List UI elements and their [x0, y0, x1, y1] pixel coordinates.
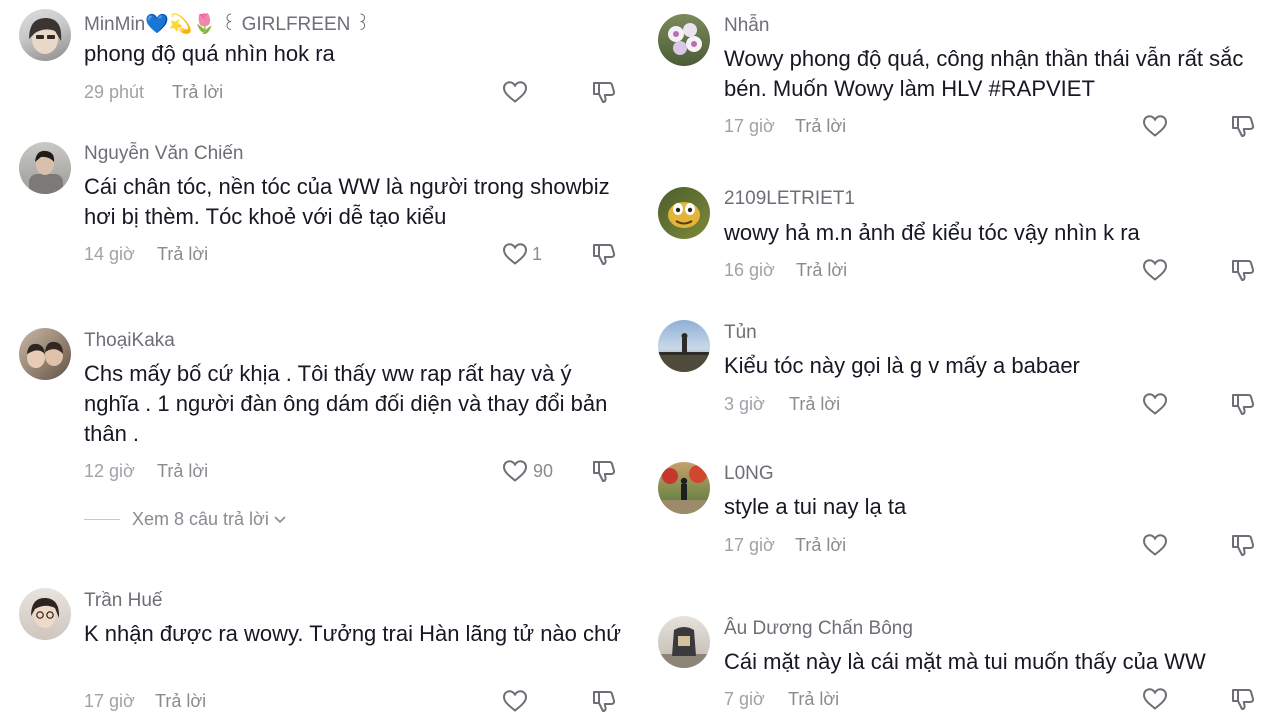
thumbs-down-icon[interactable]	[1230, 113, 1256, 139]
comment-time: 3 giờ	[724, 394, 765, 414]
heart-outline-icon[interactable]	[1142, 392, 1168, 416]
avatar[interactable]	[658, 14, 710, 66]
like-count: 1	[532, 244, 543, 264]
comment-time: 12 giờ	[84, 461, 135, 481]
thumbs-down-icon[interactable]	[1230, 391, 1256, 417]
heart-outline-icon[interactable]	[502, 459, 528, 483]
comment-time: 17 giờ	[84, 691, 135, 711]
comment-username[interactable]: Nhẫn	[724, 15, 769, 37]
thumbs-down-icon[interactable]	[1230, 686, 1256, 712]
comment-username[interactable]: Âu Dương Chấn Bông	[724, 618, 913, 640]
comment-text: Wowy phong độ quá, công nhận thần thái v…	[724, 46, 1244, 101]
thumbs-down-icon[interactable]	[1230, 532, 1256, 558]
heart-outline-icon[interactable]	[502, 80, 528, 104]
heart-outline-icon[interactable]	[1142, 114, 1168, 138]
divider-line	[84, 519, 120, 520]
reply-button[interactable]: Trả lời	[157, 244, 208, 265]
heart-outline-icon[interactable]	[1142, 258, 1168, 282]
thumbs-down-icon[interactable]	[591, 79, 617, 105]
comment-username[interactable]: ThoạiKaka	[84, 330, 175, 352]
reply-button[interactable]: Trả lời	[157, 461, 208, 482]
comment-time: 14 giờ	[84, 244, 135, 264]
comment-time: 7 giờ	[724, 689, 765, 709]
reply-button[interactable]: Trả lời	[155, 691, 206, 712]
avatar[interactable]	[19, 328, 71, 380]
comments-column-right: Nhẫn Wowy phong độ quá, công nhận thần t…	[640, 0, 1280, 720]
heart-outline-icon[interactable]	[1142, 687, 1168, 711]
like-count: 90	[533, 461, 554, 481]
reply-button[interactable]: Trả lời	[795, 116, 846, 137]
heart-outline-icon[interactable]	[502, 689, 528, 713]
comment-username[interactable]: Tủn	[724, 322, 757, 344]
comment-time: 16 giờ	[724, 260, 775, 280]
comment-username[interactable]: L0NG	[724, 463, 774, 485]
heart-outline-icon[interactable]	[1142, 533, 1168, 557]
view-replies-label: Xem 8 câu trả lời	[132, 509, 269, 529]
comment-text: Kiểu tóc này gọi là g v mấy a babaer	[724, 353, 1080, 378]
comment-time: 29 phút	[84, 82, 145, 102]
avatar[interactable]	[658, 616, 710, 668]
thumbs-down-icon[interactable]	[1230, 257, 1256, 283]
comment-time: 17 giờ	[724, 116, 775, 136]
comment-text: K nhận được ra wowy. Tưởng trai Hàn lãng…	[84, 621, 621, 646]
avatar[interactable]	[19, 588, 71, 640]
reply-button[interactable]: Trả lời	[172, 82, 223, 103]
avatar[interactable]	[658, 320, 710, 372]
comments-column-left: MinMin💙💫🌷 ꒰ GIRLFREEN ꒱ phong độ quá nhì…	[0, 0, 640, 720]
comment-text: style a tui nay lạ ta	[724, 494, 907, 519]
comment-username[interactable]: 2109LETRIET1	[724, 188, 855, 210]
comment-text: wowy hả m.n ảnh để kiểu tóc vậy nhìn k r…	[724, 220, 1140, 245]
reply-button[interactable]: Trả lời	[795, 535, 846, 556]
reply-button[interactable]: Trả lời	[796, 260, 847, 281]
avatar[interactable]	[658, 462, 710, 514]
comment-username[interactable]: Nguyễn Văn Chiến	[84, 143, 244, 165]
chevron-down-icon	[274, 515, 286, 523]
avatar[interactable]	[19, 142, 71, 194]
comment-username[interactable]: MinMin💙💫🌷 ꒰ GIRLFREEN ꒱	[84, 10, 370, 36]
comment-text: phong độ quá nhìn hok ra	[84, 41, 335, 66]
avatar[interactable]	[19, 9, 71, 61]
comment-username[interactable]: Trần Huế	[84, 590, 163, 612]
comment-text: Chs mấy bố cứ khịa . Tôi thấy ww rap rất…	[84, 361, 608, 446]
avatar[interactable]	[658, 187, 710, 239]
reply-button[interactable]: Trả lời	[789, 394, 840, 415]
thumbs-down-icon[interactable]	[591, 458, 617, 484]
comment-text: Cái mặt này là cái mặt mà tui muốn thấy …	[724, 649, 1206, 674]
reply-button[interactable]: Trả lời	[788, 689, 839, 710]
comment-text: Cái chân tóc, nền tóc của WW là người tr…	[84, 174, 610, 229]
thumbs-down-icon[interactable]	[591, 688, 617, 714]
comment-time: 17 giờ	[724, 535, 775, 555]
thumbs-down-icon[interactable]	[591, 241, 617, 267]
heart-outline-icon[interactable]	[502, 242, 528, 266]
view-replies-button[interactable]: Xem 8 câu trả lời	[84, 509, 287, 530]
